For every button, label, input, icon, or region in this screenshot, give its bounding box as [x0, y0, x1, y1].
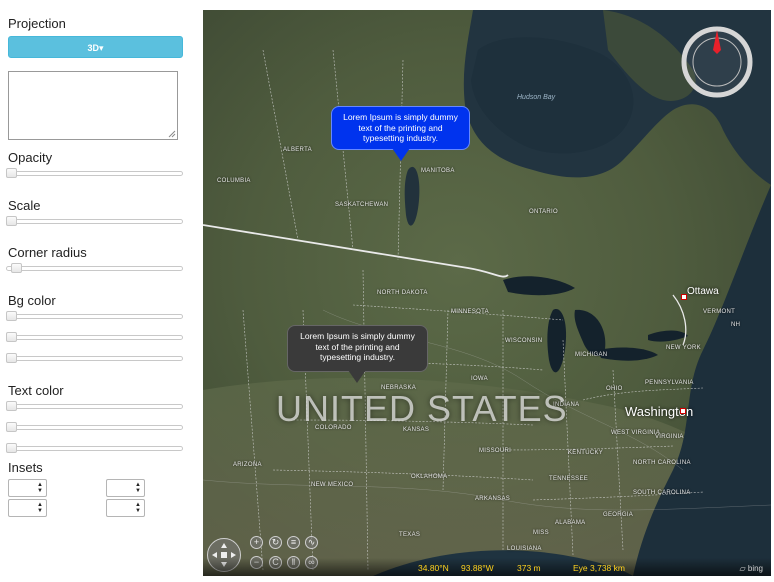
callout-blue[interactable]: Lorem Ipsum is simply dummy text of the …	[331, 106, 470, 161]
compass-icon	[681, 26, 753, 98]
scale-slider[interactable]	[6, 216, 183, 226]
insets-label: Insets	[8, 460, 43, 475]
region-label: ONTARIO	[529, 209, 558, 215]
control-panel: Projection 3D▾ Opacity Scale Corner radi…	[0, 0, 196, 582]
city-marker-icon	[681, 294, 687, 300]
region-label: ALBERTA	[283, 147, 312, 153]
region-label: TENNESSEE	[549, 476, 589, 482]
region-label: TEXAS	[399, 532, 421, 538]
region-label: NORTH CAROLINA	[633, 460, 691, 466]
city-label-ottawa: Ottawa	[687, 286, 719, 297]
region-label: OKLAHOMA	[411, 474, 448, 480]
text-color-red-slider[interactable]	[6, 401, 183, 411]
region-label: MISS	[533, 530, 549, 536]
stepper-arrows-icon[interactable]: ▲ ▼	[135, 482, 141, 494]
inset-top-stepper[interactable]: ▲ ▼	[8, 479, 47, 497]
map-view[interactable]: Hudson Bay ALBERTA COLUMBIA SASKATCHEWAN…	[203, 10, 771, 576]
callout-pointer	[392, 148, 410, 161]
text-color-label: Text color	[8, 383, 64, 398]
corner-radius-label: Corner radius	[8, 245, 87, 260]
projection-label: Projection	[8, 16, 66, 31]
status-latitude: 34.80°N	[418, 563, 449, 573]
country-label: UNITED STATES	[276, 388, 568, 429]
heading-icon[interactable]: ∿	[305, 536, 318, 549]
callout-text: Lorem Ipsum is simply dummy text of the …	[300, 331, 415, 362]
bg-color-red-slider[interactable]	[6, 311, 183, 321]
opacity-label: Opacity	[8, 150, 53, 165]
zoom-in-button[interactable]: +	[250, 536, 263, 549]
opacity-slider[interactable]	[6, 168, 183, 178]
text-color-blue-slider[interactable]	[6, 443, 183, 453]
inset-bottom-stepper[interactable]: ▲ ▼	[8, 499, 47, 517]
water-label-hudson-bay: Hudson Bay	[517, 94, 556, 101]
city-marker-icon	[680, 408, 686, 414]
corner-radius-slider[interactable]	[6, 263, 183, 273]
region-label: MINNESOTA	[451, 309, 489, 315]
region-label: MISSOURI	[479, 448, 512, 454]
region-label: NORTH DAKOTA	[377, 290, 428, 296]
scale-label: Scale	[8, 198, 41, 213]
rotate-icon[interactable]: ↻	[269, 536, 282, 549]
callout-dark[interactable]: Lorem Ipsum is simply dummy text of the …	[287, 325, 428, 383]
region-label: NEW YORK	[666, 345, 701, 351]
region-label: LOUISIANA	[507, 546, 542, 552]
bing-logo: ▱ bing	[739, 564, 763, 573]
region-label: KENTUCKY	[568, 450, 604, 456]
region-label: ARIZONA	[233, 462, 262, 468]
region-label: OHIO	[606, 386, 623, 392]
text-color-green-slider[interactable]	[6, 422, 183, 432]
bg-color-blue-slider[interactable]	[6, 353, 183, 363]
region-label: WEST VIRGINIA	[611, 430, 661, 436]
region-label: VIRGINIA	[655, 434, 684, 440]
region-label: SOUTH CAROLINA	[633, 490, 691, 496]
projection-dropdown-button[interactable]: 3D▾	[8, 36, 183, 58]
region-label: ARKANSAS	[475, 496, 511, 502]
bing-icon: ▱	[739, 564, 746, 573]
region-label: MICHIGAN	[575, 352, 608, 358]
region-label: WISCONSIN	[505, 338, 543, 344]
region-label: PENNSYLVANIA	[645, 380, 694, 386]
callout-pointer	[348, 370, 366, 383]
region-label: GEORGIA	[603, 512, 634, 518]
callout-text-input[interactable]	[8, 71, 178, 140]
status-altitude: 373 m	[517, 563, 541, 573]
stepper-arrows-icon[interactable]: ▲ ▼	[37, 482, 43, 494]
stepper-arrows-icon[interactable]: ▲ ▼	[135, 502, 141, 514]
region-label: COLUMBIA	[217, 178, 251, 184]
stepper-arrows-icon[interactable]: ▲ ▼	[37, 502, 43, 514]
region-label: NH	[731, 322, 741, 328]
inset-right-stepper[interactable]: ▲ ▼	[106, 479, 145, 497]
status-eye-altitude: Eye 3,738 km	[573, 563, 625, 573]
tilt-up-icon[interactable]: ≡	[287, 536, 300, 549]
region-label: NEW MEXICO	[311, 482, 354, 488]
inset-left-stepper[interactable]: ▲ ▼	[106, 499, 145, 517]
region-label: VERMONT	[703, 309, 736, 315]
bg-color-label: Bg color	[8, 293, 56, 308]
region-label: MANITOBA	[421, 168, 455, 174]
region-label: IOWA	[471, 376, 488, 382]
status-longitude: 93.88°W	[461, 563, 494, 573]
region-label: ALABAMA	[555, 520, 586, 526]
region-label: SASKATCHEWAN	[335, 202, 389, 208]
bg-color-green-slider[interactable]	[6, 332, 183, 342]
callout-text: Lorem Ipsum is simply dummy text of the …	[343, 112, 458, 143]
status-bar: 34.80°N 93.88°W 373 m Eye 3,738 km ▱ bin…	[203, 558, 771, 576]
resize-grip-icon[interactable]	[168, 130, 176, 138]
